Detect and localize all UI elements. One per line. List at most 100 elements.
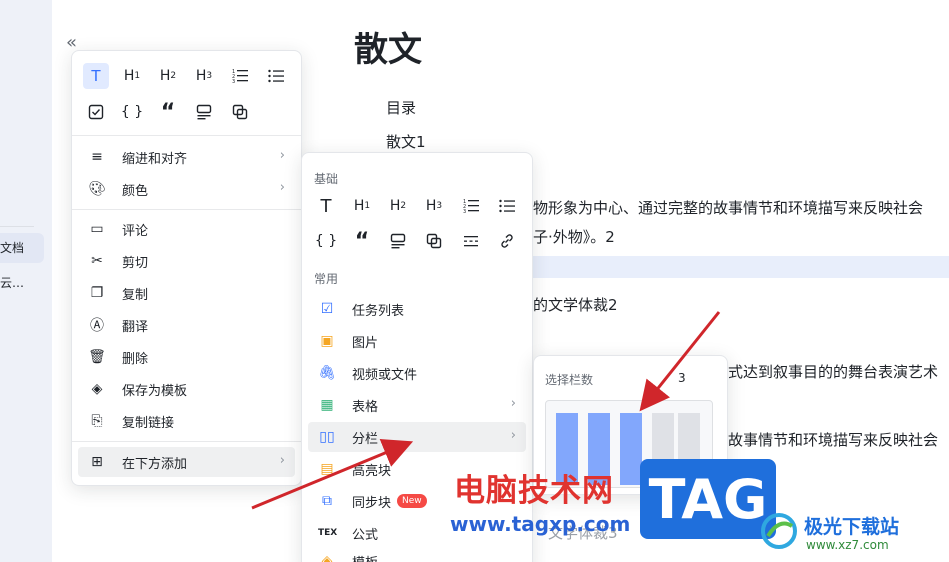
columns-icon: ▯▯ xyxy=(319,429,335,445)
sidebar-item-cloud[interactable]: 云… xyxy=(0,268,44,298)
heading3-icon[interactable]: H3 xyxy=(191,63,217,89)
template-icon: ◈ xyxy=(91,381,103,397)
sidebar-item-label: 云… xyxy=(0,276,25,290)
text-style-icon[interactable]: T xyxy=(83,63,109,89)
selected-block-highlight xyxy=(520,256,949,278)
heading3-icon[interactable]: H3 xyxy=(421,193,447,219)
scissors-icon: ✂ xyxy=(91,253,103,269)
menu-divider xyxy=(72,135,301,136)
sync-block-icon[interactable] xyxy=(227,99,253,125)
menu-item-label: 同步块 xyxy=(352,495,392,511)
menu-item-label: 在下方添加 xyxy=(122,456,188,472)
chevron-right-icon: › xyxy=(279,180,285,195)
menu-item-label: 表格 xyxy=(352,399,379,415)
callout-icon[interactable] xyxy=(191,99,217,125)
code-block-icon[interactable]: { } xyxy=(313,228,339,254)
menu-item-task-list[interactable]: ☑ 任务列表 xyxy=(308,294,526,324)
menu-item-add-below[interactable]: ⊞ 在下方添加 › xyxy=(78,447,295,477)
palette-icon: 🎨︎ xyxy=(88,181,106,197)
menu-item-cut[interactable]: ✂ 剪切 xyxy=(78,246,295,276)
copy-icon: ❐ xyxy=(90,285,104,301)
callout-icon[interactable] xyxy=(385,228,411,254)
menu-item-delete[interactable]: 🗑︎ 删除 xyxy=(78,342,295,372)
text-style-icon[interactable]: T xyxy=(313,193,339,219)
menu-item-comment[interactable]: ▭ 评论 xyxy=(78,214,295,244)
table-icon: ▦ xyxy=(320,397,334,413)
menu-item-translate[interactable]: Ⓐ 翻译 xyxy=(78,310,295,340)
menu-item-label: 高亮块 xyxy=(352,463,392,479)
paragraph-line: 式达到叙事目的的舞台表演艺术 xyxy=(728,363,939,381)
bullet-list-icon[interactable] xyxy=(263,63,289,89)
ordered-list-icon[interactable]: 123 xyxy=(458,193,484,219)
checkbox-icon[interactable] xyxy=(83,99,109,125)
chevron-right-icon: › xyxy=(279,148,285,163)
svg-text:3: 3 xyxy=(232,79,235,84)
menu-item-label: 删除 xyxy=(122,351,149,367)
chevron-right-icon: › xyxy=(510,396,516,411)
sidebar-divider xyxy=(0,226,34,227)
menu-item-label: 颜色 xyxy=(122,183,149,199)
image-icon: ▣ xyxy=(320,333,334,349)
menu-item-label: 图片 xyxy=(352,335,379,351)
page-title: 散文 xyxy=(354,30,422,70)
heading2-icon[interactable]: H2 xyxy=(385,193,411,219)
highlight-icon: ▤ xyxy=(320,461,334,477)
column-cell[interactable] xyxy=(620,413,642,485)
bullet-list-icon[interactable] xyxy=(494,193,520,219)
menu-item-template[interactable]: ◈ 模板 xyxy=(308,550,526,562)
menu-item-label: 复制链接 xyxy=(122,415,175,431)
sidebar-item-document[interactable]: 文档 xyxy=(0,233,44,263)
toc-item[interactable]: 散文1 xyxy=(386,131,426,152)
comment-icon: ▭ xyxy=(90,221,104,237)
block-context-menu: T H1 H2 H3 123 { } “ ≡ 缩进和对齐 › 🎨︎ 颜色 › ▭ 评论 ✂… xyxy=(71,50,302,486)
menu-item-label: 缩进和对齐 xyxy=(122,151,188,167)
svg-text:3: 3 xyxy=(463,209,466,214)
menu-item-label: 公式 xyxy=(352,527,379,543)
heading1-icon[interactable]: H1 xyxy=(349,193,375,219)
new-badge: New xyxy=(397,494,427,508)
sync-block-icon[interactable] xyxy=(421,228,447,254)
paragraph-line: 故事情节和环境描写来反映社会 xyxy=(728,431,939,449)
menu-item-label: 模板 xyxy=(352,552,378,562)
ordered-list-icon[interactable]: 123 xyxy=(227,63,253,89)
watermark-url: www.tagxp.com xyxy=(450,512,631,536)
heading2-icon[interactable]: H2 xyxy=(155,63,181,89)
watermark-tag-logo: TAG xyxy=(640,459,776,539)
watermark-jiguang-url: www.xz7.com xyxy=(806,538,889,552)
menu-item-table[interactable]: ▦ 表格 › xyxy=(308,390,526,420)
watermark-site-name: 电脑技术网 xyxy=(454,473,614,509)
menu-item-image[interactable]: ▣ 图片 xyxy=(308,326,526,356)
heading1-icon[interactable]: H1 xyxy=(119,63,145,89)
menu-item-label: 保存为模板 xyxy=(122,383,188,399)
menu-item-label: 剪切 xyxy=(122,255,149,271)
section-title-basic: 基础 xyxy=(314,172,339,186)
menu-item-label: 分栏 xyxy=(352,431,379,447)
link-icon[interactable] xyxy=(494,228,520,254)
menu-item-color[interactable]: 🎨︎ 颜色 › xyxy=(78,174,295,204)
paragraph-line: 子·外物》。2 xyxy=(533,228,615,246)
menu-item-label: 翻译 xyxy=(122,319,149,335)
menu-item-indent-align[interactable]: ≡ 缩进和对齐 › xyxy=(78,142,295,172)
menu-item-video-file[interactable]: 🖇︎ 视频或文件 xyxy=(308,358,526,388)
align-icon: ≡ xyxy=(91,149,103,165)
tex-icon: TEX xyxy=(318,528,338,538)
code-block-icon[interactable]: { } xyxy=(119,99,145,125)
menu-item-copy-link[interactable]: ⎘ 复制链接 xyxy=(78,406,295,436)
menu-item-label: 任务列表 xyxy=(352,303,405,319)
trash-icon: 🗑︎ xyxy=(88,349,106,365)
divider-icon[interactable] xyxy=(458,228,484,254)
plus-box-icon: ⊞ xyxy=(91,454,103,470)
menu-item-copy[interactable]: ❐ 复制 xyxy=(78,278,295,308)
watermark-jiguang-name: 极光下载站 xyxy=(804,516,900,538)
menu-item-save-template[interactable]: ◈ 保存为模板 xyxy=(78,374,295,404)
menu-divider xyxy=(72,441,301,442)
quote-icon[interactable]: “ xyxy=(155,99,181,125)
quote-icon[interactable]: “ xyxy=(349,228,375,254)
menu-item-columns[interactable]: ▯▯ 分栏 › xyxy=(308,422,526,452)
menu-item-label: 视频或文件 xyxy=(352,367,418,383)
menu-item-label: 评论 xyxy=(122,223,149,239)
section-title-common: 常用 xyxy=(314,272,339,286)
paragraph-line: 的文学体裁2 xyxy=(533,296,618,314)
menu-divider xyxy=(72,209,301,210)
template-icon: ◈ xyxy=(321,553,333,562)
